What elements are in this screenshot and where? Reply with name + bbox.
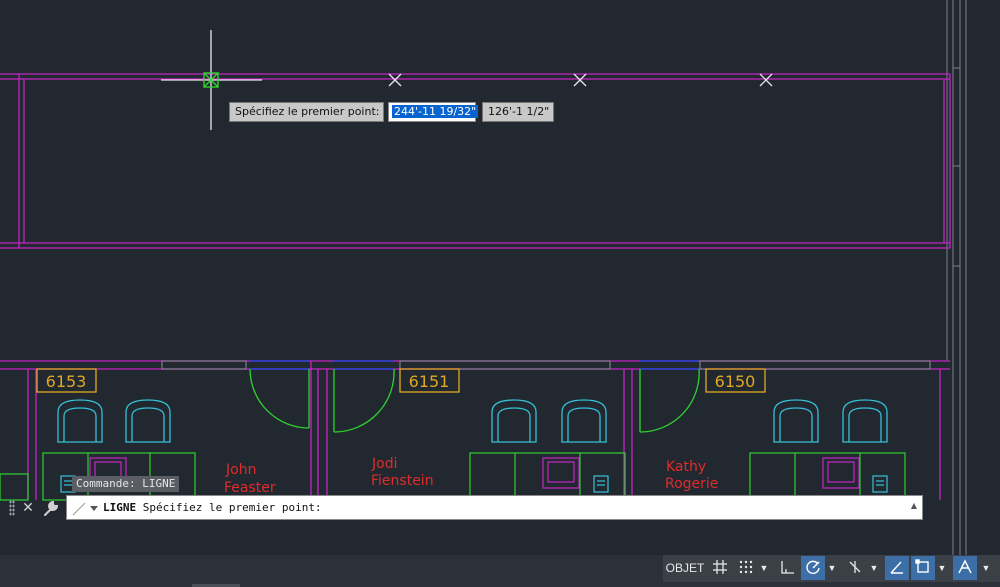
drag-handle-icon[interactable] xyxy=(9,500,15,516)
dynamic-input-x-field[interactable]: 244'-11 19/32" xyxy=(388,102,479,122)
recent-commands-button[interactable] xyxy=(69,498,101,518)
room-tag: 6153 xyxy=(36,368,97,393)
model-space-button[interactable]: OBJET xyxy=(665,556,705,580)
occupant-name: Kathy xyxy=(666,459,706,475)
room-number: 6153 xyxy=(46,372,87,391)
dynamic-input-y-field[interactable]: 126'-1 1/2" xyxy=(482,102,554,122)
occupant-name: Fienstein xyxy=(371,473,434,489)
scroll-up-icon[interactable]: ▲ xyxy=(909,501,919,511)
close-icon[interactable]: ✕ xyxy=(18,497,38,519)
command-history-line: Commande: LIGNE xyxy=(72,476,180,492)
room-tag: 6151 xyxy=(399,368,460,393)
dynamic-input-x-value: 244'-11 19/32" xyxy=(392,105,479,118)
ortho-icon[interactable] xyxy=(777,556,799,580)
room-number: 6150 xyxy=(715,372,756,391)
chevron-down-icon[interactable]: ▼ xyxy=(867,556,881,580)
command-prompt-text: LIGNE Spécifiez le premier point: xyxy=(103,496,322,519)
drawing-canvas[interactable]: 6153 6151 6150 John Feaster Jodi Fienste… xyxy=(0,0,1000,555)
dynamic-input-prompt: Spécifiez le premier point: xyxy=(229,102,384,122)
occupant-name: Rogerie xyxy=(665,476,718,492)
chevron-down-icon[interactable]: ▼ xyxy=(757,556,771,580)
annotation-icon[interactable] xyxy=(953,556,977,580)
room-tag: 6150 xyxy=(705,368,766,393)
status-bar: OBJET ▼ ▼ ▼ ▼ ▼ xyxy=(0,555,1000,587)
command-input[interactable]: LIGNE Spécifiez le premier point: ▲ xyxy=(66,495,923,520)
occupant-name: Jodi xyxy=(371,456,397,472)
isodraft-icon[interactable] xyxy=(885,556,909,580)
occupant-name: John xyxy=(225,462,256,478)
osnap-tracking-icon[interactable] xyxy=(843,556,867,580)
snap-marker-icon xyxy=(388,73,773,87)
polar-icon[interactable] xyxy=(801,556,825,580)
command-line-bar: ✕ LIGNE Spécifiez le premier point: ▲ xyxy=(0,495,925,521)
chevron-down-icon[interactable]: ▼ xyxy=(825,556,839,580)
chevron-down-icon[interactable]: ▼ xyxy=(935,556,949,580)
wrench-icon[interactable] xyxy=(40,497,62,519)
selection-cycling-icon[interactable] xyxy=(911,556,935,580)
command-prompt: Spécifiez le premier point: xyxy=(142,501,322,514)
status-toggles: OBJET ▼ ▼ ▼ ▼ ▼ xyxy=(663,555,1000,582)
current-command: LIGNE xyxy=(103,501,137,514)
room-number: 6151 xyxy=(409,372,450,391)
grid-icon[interactable] xyxy=(709,556,731,580)
floor-plan-drawing: 6153 6151 6150 John Feaster Jodi Fienste… xyxy=(0,0,967,555)
snap-icon[interactable] xyxy=(735,556,757,580)
occupant-name: Feaster xyxy=(224,480,276,496)
chevron-down-icon[interactable]: ▼ xyxy=(979,556,993,580)
